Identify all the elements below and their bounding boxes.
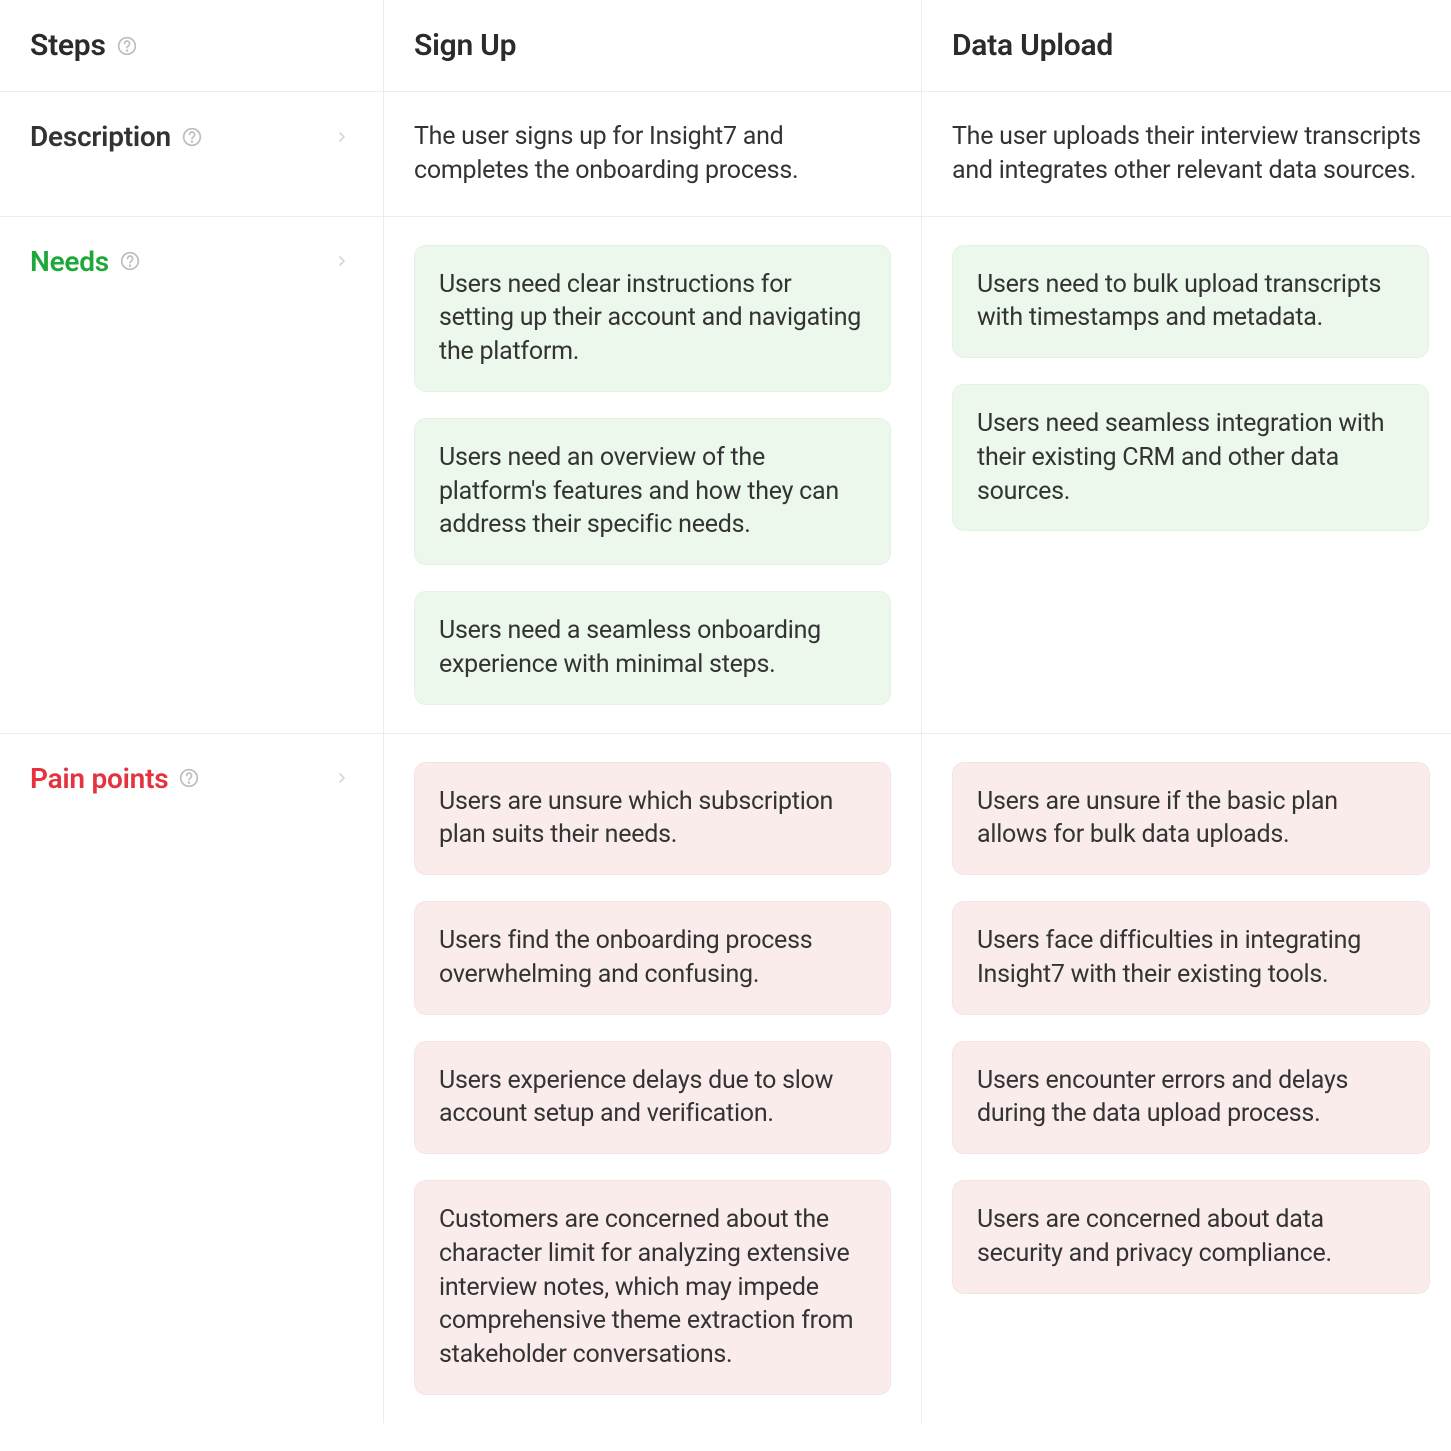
column-title: Sign Up bbox=[414, 28, 516, 63]
painpoint-card[interactable]: Users experience delays due to slow acco… bbox=[414, 1041, 891, 1155]
row-header-steps-cell: Steps bbox=[0, 0, 384, 92]
need-card[interactable]: Users need an overview of the platform's… bbox=[414, 418, 891, 565]
painpoint-card[interactable]: Users find the onboarding process overwh… bbox=[414, 901, 891, 1015]
description-label: Description bbox=[30, 120, 171, 153]
description-text: The user signs up for Insight7 and compl… bbox=[414, 120, 891, 188]
painpoints-label: Pain points bbox=[30, 762, 168, 795]
column-title: Data Upload bbox=[952, 28, 1113, 63]
needs-label: Needs bbox=[30, 245, 109, 278]
help-icon[interactable] bbox=[116, 35, 138, 57]
row-header-description-cell: Description bbox=[0, 92, 384, 217]
chevron-right-icon[interactable] bbox=[331, 767, 353, 789]
need-card[interactable]: Users need clear instructions for settin… bbox=[414, 245, 891, 392]
row-header-painpoints-cell: Pain points bbox=[0, 734, 384, 1423]
need-card[interactable]: Users need a seamless onboarding experie… bbox=[414, 591, 891, 705]
description-cell[interactable]: The user signs up for Insight7 and compl… bbox=[384, 92, 922, 217]
column-header-cell[interactable]: Sign Up bbox=[384, 0, 922, 92]
chevron-right-icon[interactable] bbox=[331, 250, 353, 272]
help-icon[interactable] bbox=[178, 767, 200, 789]
help-icon[interactable] bbox=[181, 126, 203, 148]
painpoints-cell: Users are unsure which subscription plan… bbox=[384, 734, 922, 1423]
needs-cell: Users need clear instructions for settin… bbox=[384, 217, 922, 734]
painpoint-card[interactable]: Users face difficulties in integrating I… bbox=[952, 901, 1430, 1015]
need-card[interactable]: Users need seamless integration with the… bbox=[952, 384, 1429, 531]
column-header-cell[interactable]: Data Upload bbox=[922, 0, 1451, 92]
description-text: The user uploads their interview transcr… bbox=[952, 120, 1429, 188]
row-header-needs-cell: Needs bbox=[0, 217, 384, 734]
chevron-right-icon[interactable] bbox=[331, 126, 353, 148]
painpoints-cell: Users are unsure if the basic plan allow… bbox=[922, 734, 1451, 1423]
need-card[interactable]: Users need to bulk upload transcripts wi… bbox=[952, 245, 1429, 359]
painpoint-card[interactable]: Users are concerned about data security … bbox=[952, 1180, 1430, 1294]
help-icon[interactable] bbox=[119, 250, 141, 272]
journey-map-grid: Steps Sign Up Data Upload Description bbox=[0, 0, 1451, 1423]
painpoint-card[interactable]: Users are unsure if the basic plan allow… bbox=[952, 762, 1430, 876]
needs-cell: Users need to bulk upload transcripts wi… bbox=[922, 217, 1451, 734]
painpoint-card[interactable]: Users encounter errors and delays during… bbox=[952, 1041, 1430, 1155]
painpoint-card[interactable]: Customers are concerned about the charac… bbox=[414, 1180, 891, 1395]
painpoint-card[interactable]: Users are unsure which subscription plan… bbox=[414, 762, 891, 876]
steps-label: Steps bbox=[30, 28, 106, 63]
description-cell[interactable]: The user uploads their interview transcr… bbox=[922, 92, 1451, 217]
